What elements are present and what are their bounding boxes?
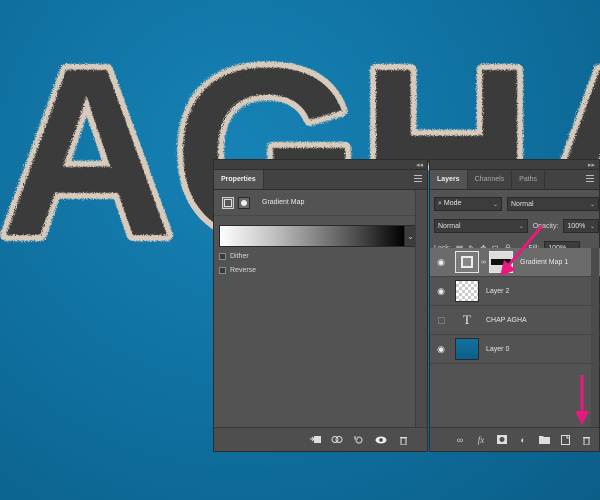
- type-layer-icon[interactable]: T: [455, 309, 479, 331]
- gradient-picker[interactable]: ⌄: [219, 225, 427, 247]
- reverse-option[interactable]: Reverse: [219, 265, 427, 275]
- adjustment-thumbnail[interactable]: [455, 251, 479, 273]
- annotation-arrow-trash: [575, 375, 589, 425]
- view-previous-state-icon[interactable]: [331, 434, 343, 446]
- visibility-icon[interactable]: [375, 434, 387, 446]
- dither-option[interactable]: Dither: [219, 251, 427, 261]
- properties-scrollbar[interactable]: [415, 191, 427, 429]
- chevron-down-icon: ⌄: [589, 201, 595, 208]
- dither-checkbox[interactable]: [219, 252, 226, 260]
- tab-layers[interactable]: Layers: [430, 170, 468, 189]
- opacity-value: 100%: [567, 222, 586, 230]
- dither-label: Dither: [230, 252, 249, 260]
- delete-icon[interactable]: [397, 434, 409, 446]
- layer-name[interactable]: CHAP AGHA: [486, 317, 527, 324]
- layer-row-type[interactable]: T CHAP AGHA: [430, 306, 600, 335]
- folder-icon[interactable]: [538, 434, 550, 446]
- tab-properties[interactable]: Properties: [214, 170, 264, 189]
- properties-tabbar: Properties: [214, 170, 427, 190]
- clip-to-layer-icon[interactable]: [309, 434, 321, 446]
- new-layer-icon[interactable]: [559, 434, 571, 446]
- link-icon[interactable]: ∞: [481, 259, 486, 266]
- mask-icon[interactable]: [238, 196, 250, 209]
- adjustment-icon[interactable]: [222, 196, 234, 209]
- layers-scrollbar[interactable]: [591, 248, 599, 428]
- layer-row-layer-0[interactable]: ◉ Layer 0: [430, 335, 600, 364]
- chevron-down-icon: ⌄: [589, 223, 595, 230]
- layers-collapse-bar[interactable]: ▸▸: [430, 160, 599, 170]
- visibility-toggle-off[interactable]: [438, 316, 445, 324]
- tab-channels[interactable]: Channels: [468, 170, 513, 189]
- eye-icon[interactable]: ◉: [433, 286, 449, 297]
- gradient-preview[interactable]: [219, 225, 405, 247]
- reverse-label: Reverse: [230, 266, 257, 274]
- fx-icon[interactable]: fx: [475, 434, 487, 446]
- layer-thumbnail[interactable]: [455, 280, 479, 302]
- properties-footer: [214, 427, 427, 451]
- reverse-checkbox[interactable]: [219, 266, 226, 274]
- layer-name[interactable]: Layer 2: [486, 288, 509, 295]
- opacity-field[interactable]: 100% ⌄: [563, 219, 599, 233]
- eye-icon[interactable]: ◉: [433, 344, 449, 355]
- blend-mode-value: Normal: [438, 222, 461, 230]
- annotation-arrow-mask: [500, 225, 544, 276]
- eye-icon[interactable]: ◉: [433, 257, 449, 268]
- link-layers-icon[interactable]: ∞: [454, 434, 466, 446]
- filter-kind-select[interactable]: ⌕ Mode ⌄: [434, 197, 502, 211]
- adjustment-layer-icon[interactable]: ◐: [517, 434, 529, 446]
- panel-collapse-bar[interactable]: ◂◂: [214, 160, 427, 170]
- adjustment-title: Gradient Map: [262, 199, 305, 206]
- layers-footer: ∞ fx ◐: [430, 427, 599, 451]
- chevron-down-icon: ⌄: [492, 201, 498, 208]
- add-mask-icon[interactable]: [496, 434, 508, 446]
- layers-menu-icon[interactable]: [586, 175, 594, 184]
- properties-panel: ◂◂ Properties Gradient Map ⌄ Dither Reve…: [213, 159, 428, 452]
- trash-icon[interactable]: [580, 434, 592, 446]
- filter-mode-value: Normal: [511, 200, 534, 208]
- tab-paths[interactable]: Paths: [512, 170, 546, 189]
- layer-name[interactable]: Layer 0: [486, 346, 509, 353]
- filter-mode-select[interactable]: Normal ⌄: [507, 197, 599, 211]
- reset-icon[interactable]: [353, 434, 365, 446]
- properties-header: Gradient Map: [214, 190, 427, 216]
- panel-menu-icon[interactable]: [414, 175, 422, 184]
- layer-thumbnail[interactable]: [455, 338, 479, 360]
- filter-kind-value: Mode: [443, 200, 462, 207]
- search-icon: ⌕: [438, 200, 442, 207]
- layers-tabbar: Layers Channels Paths: [430, 170, 599, 190]
- filter-row: ⌕ Mode ⌄ Normal ⌄: [430, 193, 599, 215]
